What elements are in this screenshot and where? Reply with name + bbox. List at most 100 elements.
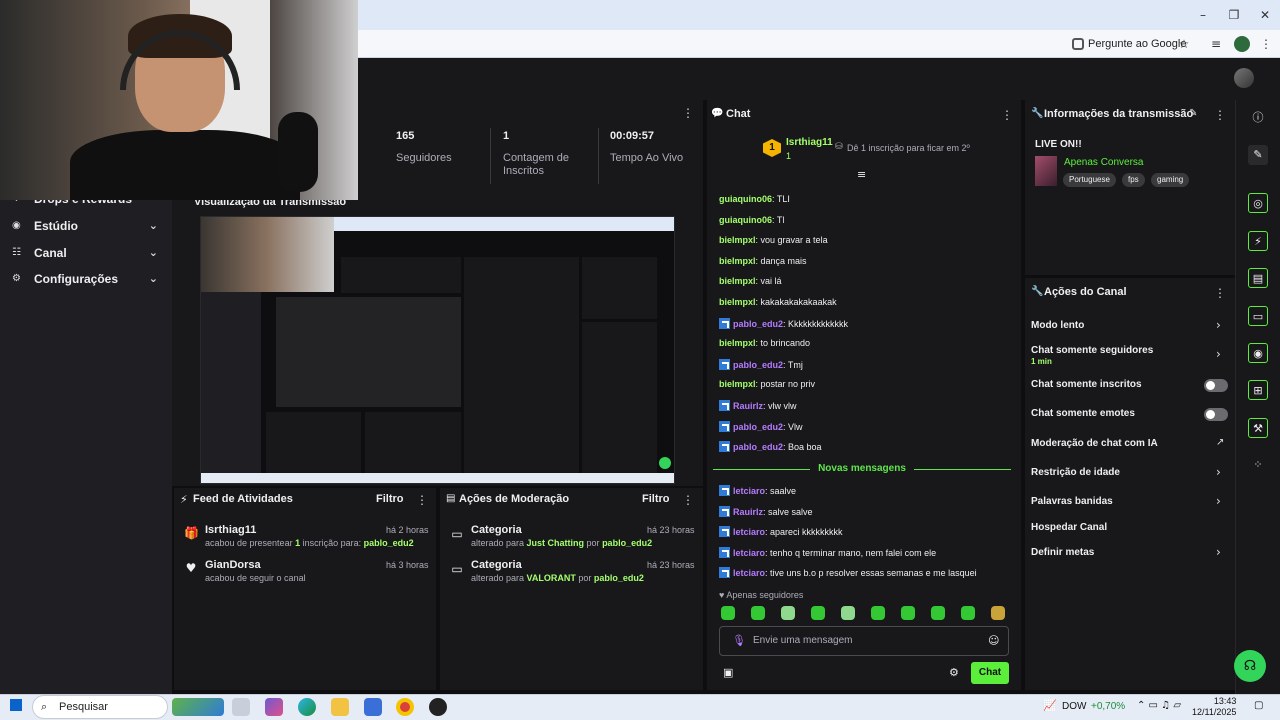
filter-icon[interactable]: ≡ xyxy=(857,168,866,181)
chat-username[interactable]: letciaro xyxy=(733,568,765,578)
feed-item-name[interactable]: GianDorsa xyxy=(205,559,261,571)
emote-icon[interactable] xyxy=(901,606,915,620)
edit-icon[interactable]: ✎ xyxy=(1248,145,1268,165)
feed-item-name[interactable]: Isrthiag11 xyxy=(205,524,256,536)
emote-icon[interactable] xyxy=(721,606,735,620)
info-icon[interactable]: ⓘ xyxy=(1248,108,1268,128)
wrench-icon[interactable]: ⚒ xyxy=(1248,418,1268,438)
chevron-right-icon[interactable]: › xyxy=(1216,318,1221,332)
more-options-icon[interactable]: ⋮ xyxy=(1214,108,1226,122)
more-options-icon[interactable]: ⋮ xyxy=(416,493,428,507)
edit-icon[interactable]: ✎ xyxy=(1189,108,1197,119)
more-options-icon[interactable]: ⋮ xyxy=(1214,286,1226,300)
chevron-right-icon[interactable]: › xyxy=(1216,465,1221,479)
sidebar-item-configuracoes[interactable]: ⚙ Configurações ⌄ xyxy=(12,268,162,290)
chat-username[interactable]: guiaquino06 xyxy=(719,194,772,204)
system-tray-icons[interactable]: ⌃ ▭ ♫ ▱ xyxy=(1137,700,1181,711)
close-icon[interactable]: ✕ xyxy=(1256,6,1274,24)
chat-username[interactable]: letciaro xyxy=(733,548,765,558)
chevron-right-icon[interactable]: › xyxy=(1216,347,1221,361)
feed-filter-button[interactable]: Filtro xyxy=(376,493,404,505)
stream-tag[interactable]: fps xyxy=(1122,173,1145,187)
action-set-goals[interactable]: Definir metas xyxy=(1031,547,1094,558)
emote-icon[interactable] xyxy=(781,606,795,620)
emote-icon[interactable] xyxy=(811,606,825,620)
emote-icon[interactable] xyxy=(931,606,945,620)
chat-username[interactable]: letciaro xyxy=(733,527,765,537)
chrome-icon[interactable] xyxy=(396,698,414,716)
chat-username[interactable]: bielmpxl xyxy=(719,276,756,286)
store-icon[interactable]: ▣ xyxy=(723,666,733,679)
profile-avatar-icon[interactable] xyxy=(1234,36,1250,52)
chat-send-button[interactable]: Chat xyxy=(971,662,1009,684)
more-actions-icon[interactable]: ⁘ xyxy=(1248,455,1268,475)
moderation-desc-user[interactable]: pablo_edu2 xyxy=(594,573,644,583)
action-slow-mode[interactable]: Modo lento xyxy=(1031,320,1084,331)
chat-username[interactable]: bielmpxl xyxy=(719,235,756,245)
emote-icon[interactable] xyxy=(751,606,765,620)
notification-icon[interactable]: ▢ xyxy=(1254,700,1263,711)
chat-username[interactable]: pablo_edu2 xyxy=(733,360,783,370)
chat-icon[interactable]: ▭ xyxy=(1248,306,1268,326)
copilot-icon[interactable] xyxy=(265,698,283,716)
action-age-restriction[interactable]: Restrição de idade xyxy=(1031,467,1120,478)
file-explorer-icon[interactable] xyxy=(331,698,349,716)
chat-input-box[interactable]: 🎙 Envie uma mensagem ☺ xyxy=(719,626,1009,656)
action-banned-words[interactable]: Palavras banidas xyxy=(1031,496,1113,507)
emote-icon[interactable] xyxy=(961,606,975,620)
gift-prompt[interactable]: Dê 1 inscrição para ficar em 2º xyxy=(847,143,970,153)
minimize-icon[interactable]: – xyxy=(1194,6,1212,24)
chat-username[interactable]: Rauirlz xyxy=(733,507,763,517)
sidebar-item-estudio[interactable]: ◉ Estúdio ⌄ xyxy=(12,215,162,237)
chat-username[interactable]: pablo_edu2 xyxy=(733,319,783,329)
store-icon[interactable] xyxy=(364,698,382,716)
emoji-icon[interactable]: ☺ xyxy=(988,634,999,647)
chat-username[interactable]: Rauirlz xyxy=(733,401,763,411)
ticker-name[interactable]: DOW xyxy=(1062,701,1086,712)
broadcast-icon[interactable]: ◉ xyxy=(1248,343,1268,363)
edge-icon[interactable] xyxy=(298,698,316,716)
user-avatar[interactable] xyxy=(1234,68,1254,88)
action-host-channel[interactable]: Hospedar Canal xyxy=(1031,522,1107,533)
chevron-right-icon[interactable]: › xyxy=(1216,545,1221,559)
emotes-only-toggle[interactable] xyxy=(1204,408,1228,421)
moderation-filter-button[interactable]: Filtro xyxy=(642,493,670,505)
chevron-right-icon[interactable]: › xyxy=(1216,494,1221,508)
tab-search-icon[interactable]: ≡ xyxy=(1208,36,1224,52)
chat-username[interactable]: bielmpxl xyxy=(719,297,756,307)
feed-desc-user[interactable]: pablo_edu2 xyxy=(364,538,414,548)
moderation-desc-value[interactable]: VALORANT xyxy=(527,573,576,583)
bookmark-star-icon[interactable]: ☆ xyxy=(1176,36,1192,52)
more-options-icon[interactable]: ⋮ xyxy=(682,106,694,120)
obs-icon[interactable] xyxy=(429,698,447,716)
chat-username[interactable]: pablo_edu2 xyxy=(733,422,783,432)
task-view-icon[interactable] xyxy=(232,698,250,716)
chat-username[interactable]: guiaquino06 xyxy=(719,215,772,225)
more-options-icon[interactable]: ⋮ xyxy=(1001,108,1013,122)
help-headset-icon[interactable]: ☊ xyxy=(1234,650,1266,682)
chat-username[interactable]: pablo_edu2 xyxy=(733,442,783,452)
chat-username[interactable]: letciaro xyxy=(733,486,765,496)
moderation-desc-user[interactable]: pablo_edu2 xyxy=(602,538,652,548)
emote-icon[interactable] xyxy=(841,606,855,620)
moderation-desc-value[interactable]: Just Chatting xyxy=(527,538,585,548)
category-boxart[interactable] xyxy=(1035,156,1057,186)
browser-menu-icon[interactable]: ⋮ xyxy=(1258,36,1274,52)
action-followers-only[interactable]: Chat somente seguidores xyxy=(1031,345,1153,356)
raid-icon[interactable]: ⊞ xyxy=(1248,380,1268,400)
emote-icon[interactable] xyxy=(991,606,1005,620)
gear-icon[interactable]: ⚙ xyxy=(949,666,959,679)
stream-tag[interactable]: gaming xyxy=(1151,173,1190,187)
clip-icon[interactable]: ◎ xyxy=(1248,193,1268,213)
windows-start-icon[interactable] xyxy=(10,699,22,711)
taskbar-search[interactable]: ⌕ Pesquisar xyxy=(32,695,168,719)
leaderboard-user[interactable]: Isrthiag11 xyxy=(786,137,833,148)
microphone-icon[interactable]: 🎙 xyxy=(732,634,746,647)
chat-username[interactable]: bielmpxl xyxy=(719,379,756,389)
chat-username[interactable]: bielmpxl xyxy=(719,338,756,348)
stream-preview-video[interactable] xyxy=(200,216,675,484)
emote-icon[interactable] xyxy=(871,606,885,620)
notes-icon[interactable]: ▤ xyxy=(1248,268,1268,288)
external-link-icon[interactable]: ↗ xyxy=(1216,437,1224,448)
ask-google-button[interactable]: Pergunte ao Google xyxy=(1068,34,1192,54)
